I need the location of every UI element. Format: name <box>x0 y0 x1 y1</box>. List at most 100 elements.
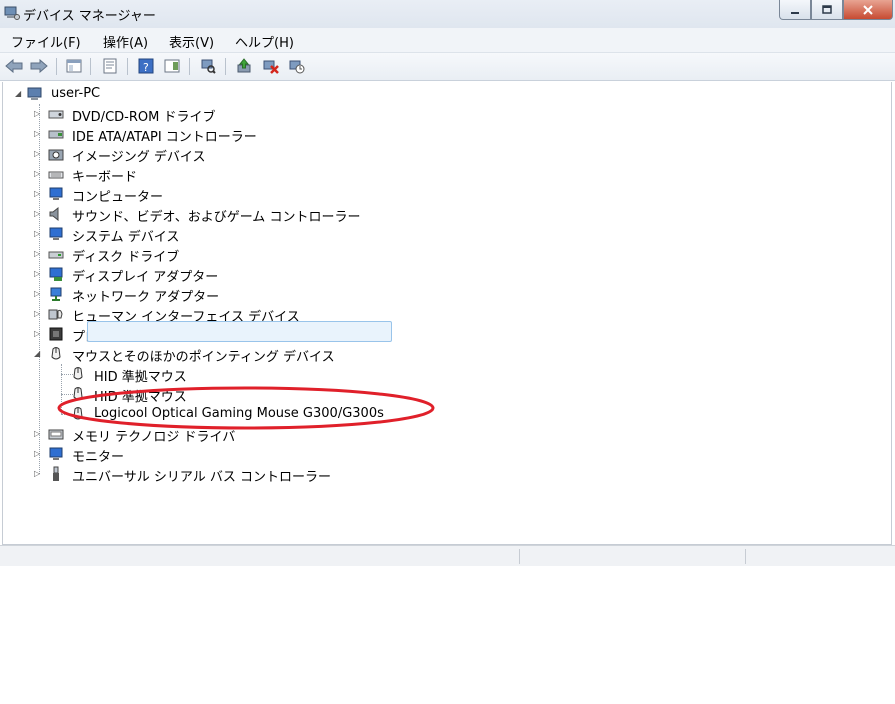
tree-category-row[interactable]: ▷ ネットワーク アダプター <box>30 284 430 305</box>
tree-category-row[interactable]: ▷ イメージング デバイス <box>30 144 430 165</box>
display-adapter-icon <box>49 267 63 281</box>
mouse-child-row-1[interactable]: HID 準拠マウス <box>70 364 370 385</box>
tree-category-row[interactable]: ▷ サウンド、ビデオ、およびゲーム コントローラー <box>30 204 430 225</box>
console-tree-icon <box>66 59 82 73</box>
status-divider <box>519 549 520 564</box>
disable-device-icon <box>289 60 305 74</box>
network-adapter-icon <box>50 287 62 301</box>
minimize-icon <box>791 11 799 14</box>
expand-arrow-icon[interactable]: ▷ <box>34 470 42 478</box>
expand-arrow-icon[interactable]: ▷ <box>34 290 42 298</box>
title-bar: デバイス マネージャー <box>0 0 895 28</box>
monitor-icon <box>49 447 63 460</box>
expand-arrow-icon[interactable]: ▷ <box>34 230 42 238</box>
update-driver-icon <box>237 58 251 73</box>
close-icon <box>863 4 873 15</box>
tree-category-row[interactable]: ▷ コンピューター <box>30 184 430 205</box>
action-pane-button[interactable] <box>163 57 181 75</box>
mouse-device-icon <box>73 367 83 380</box>
back-button[interactable] <box>5 57 23 75</box>
minimize-button[interactable] <box>779 0 811 20</box>
mouse-child-label: HID 準拠マウス <box>94 370 187 385</box>
keyboard-icon <box>48 171 64 179</box>
menu-bar: ファイル(F) 操作(A) 表示(V) ヘルプ(H) <box>0 28 895 53</box>
tree-category-row[interactable]: ▷ システム デバイス <box>30 224 430 245</box>
menu-file[interactable]: ファイル(F) <box>11 32 81 51</box>
red-annotation-ellipse <box>57 386 435 430</box>
help-icon: ? <box>138 58 154 74</box>
mouse-icon <box>51 347 61 360</box>
status-divider <box>745 549 746 564</box>
menu-help[interactable]: ヘルプ(H) <box>235 32 294 51</box>
toolbar-separator <box>225 58 226 75</box>
collapse-arrow-icon[interactable]: ◢ <box>34 350 42 358</box>
maximize-icon <box>822 4 832 14</box>
tree-category-label: システム デバイス <box>72 230 180 245</box>
collapse-arrow-icon[interactable]: ◢ <box>15 90 23 98</box>
tree-category-label: ネットワーク アダプター <box>72 290 220 305</box>
forward-button[interactable] <box>30 57 48 75</box>
selected-row-highlight <box>87 321 392 342</box>
expand-arrow-icon[interactable]: ▷ <box>34 110 42 118</box>
expand-arrow-icon[interactable]: ▷ <box>34 130 42 138</box>
back-arrow-icon <box>5 59 23 73</box>
device-manager-window: デバイス マネージャー ファイル(F) 操作(A) 表示(V) ヘルプ(H) ?… <box>0 0 895 566</box>
tree-category-row[interactable]: ▷ ディスプレイ アダプター <box>30 264 430 285</box>
tree-category-label: ディスプレイ アダプター <box>72 270 219 285</box>
toolbar-separator <box>127 58 128 75</box>
camera-icon <box>48 149 64 161</box>
scan-hardware-button[interactable] <box>199 57 217 75</box>
svg-text:?: ? <box>143 61 149 74</box>
scan-hardware-icon <box>201 59 216 74</box>
usb-icon <box>53 466 59 481</box>
toolbar-separator <box>90 58 91 75</box>
expand-arrow-icon[interactable]: ▷ <box>34 270 42 278</box>
tree-category-label: イメージング デバイス <box>72 150 206 165</box>
menu-action[interactable]: 操作(A) <box>103 32 148 51</box>
disc-drive-icon <box>48 110 64 119</box>
tree-root-row[interactable]: ◢ user-PC <box>3 84 883 104</box>
tree-category-row[interactable]: ▷ キーボード <box>30 164 430 186</box>
uninstall-button[interactable] <box>262 57 280 75</box>
help-button[interactable]: ? <box>137 57 155 75</box>
show-hide-console-tree-button[interactable] <box>65 57 83 75</box>
update-driver-button[interactable] <box>235 57 253 75</box>
ide-controller-icon <box>48 130 64 139</box>
expand-arrow-icon[interactable]: ▷ <box>34 430 42 438</box>
computer-icon <box>49 187 63 200</box>
tree-category-label: DVD/CD-ROM ドライブ <box>72 110 216 125</box>
toolbar: ? <box>0 53 895 81</box>
expand-arrow-icon[interactable]: ▷ <box>34 250 42 258</box>
properties-button[interactable] <box>101 57 119 75</box>
expand-arrow-icon[interactable]: ▷ <box>34 210 42 218</box>
close-button[interactable] <box>843 0 893 20</box>
tree-category-row[interactable]: ▷ IDE ATA/ATAPI コントローラー <box>30 124 430 146</box>
tree-category-row[interactable]: ▷ モニター <box>30 444 430 465</box>
tree-category-row[interactable]: ▷ ユニバーサル シリアル バス コントローラー <box>30 464 430 485</box>
action-pane-icon <box>164 59 180 73</box>
forward-arrow-icon <box>30 59 48 73</box>
tree-category-label: コンピューター <box>72 190 164 205</box>
tree-category-row[interactable]: ◢ マウスとそのほかのポインティング デバイス <box>30 344 430 365</box>
disable-device-button[interactable] <box>288 57 306 75</box>
expand-arrow-icon[interactable]: ▷ <box>34 150 42 158</box>
tree-category-label: サウンド、ビデオ、およびゲーム コントローラー <box>72 210 361 225</box>
expand-arrow-icon[interactable]: ▷ <box>34 450 42 458</box>
toolbar-separator <box>56 58 57 75</box>
tree-category-row[interactable]: ▷ DVD/CD-ROM ドライブ <box>30 104 430 126</box>
expand-arrow-icon[interactable]: ▷ <box>34 330 42 338</box>
expand-arrow-icon[interactable]: ▷ <box>34 170 42 178</box>
expand-arrow-icon[interactable]: ▷ <box>34 190 42 198</box>
disk-drive-icon <box>48 251 64 259</box>
tree-category-row[interactable]: ▷ ディスク ドライブ <box>30 244 430 266</box>
hid-icon <box>48 309 63 320</box>
tree-root-label: user-PC <box>51 86 101 101</box>
menu-view[interactable]: 表示(V) <box>169 32 214 51</box>
processor-icon <box>49 327 63 341</box>
toolbar-separator <box>189 58 190 75</box>
maximize-button[interactable] <box>811 0 843 20</box>
tree-category-label: ディスク ドライブ <box>72 250 180 265</box>
window-title: デバイス マネージャー <box>23 9 156 24</box>
expand-arrow-icon[interactable]: ▷ <box>34 310 42 318</box>
speaker-icon <box>49 206 59 222</box>
